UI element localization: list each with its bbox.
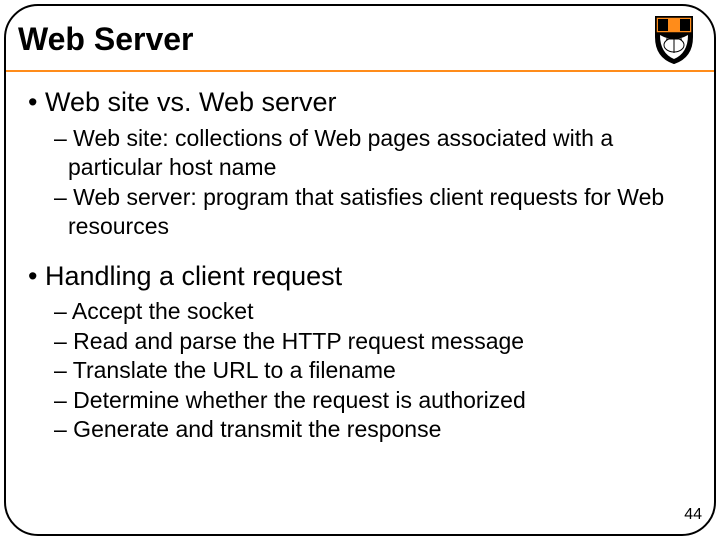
- sub-bullet-item: – Determine whether the request is autho…: [54, 386, 694, 415]
- sub-bullet-item: – Accept the socket: [54, 297, 694, 326]
- sub-bullet-item: – Web server: program that satisfies cli…: [54, 183, 694, 242]
- page-number: 44: [684, 506, 702, 524]
- slide-title: Web Server: [18, 21, 194, 58]
- slide-content: • Web site vs. Web server – Web site: co…: [28, 86, 694, 444]
- sub-bullet-group: – Web site: collections of Web pages ass…: [54, 124, 694, 242]
- sub-bullet-item: – Read and parse the HTTP request messag…: [54, 327, 694, 356]
- title-row: Web Server: [18, 10, 702, 68]
- title-divider: [6, 70, 714, 72]
- sub-bullet-item: – Generate and transmit the response: [54, 415, 694, 444]
- sub-bullet-item: – Translate the URL to a filename: [54, 356, 694, 385]
- princeton-shield-icon: [646, 13, 702, 65]
- bullet-item: • Handling a client request: [28, 260, 694, 294]
- sub-bullet-group: – Accept the socket – Read and parse the…: [54, 297, 694, 444]
- sub-bullet-item: – Web site: collections of Web pages ass…: [54, 124, 694, 183]
- slide: Web Server • Web site vs. Web server – W…: [0, 0, 720, 540]
- bullet-item: • Web site vs. Web server: [28, 86, 694, 120]
